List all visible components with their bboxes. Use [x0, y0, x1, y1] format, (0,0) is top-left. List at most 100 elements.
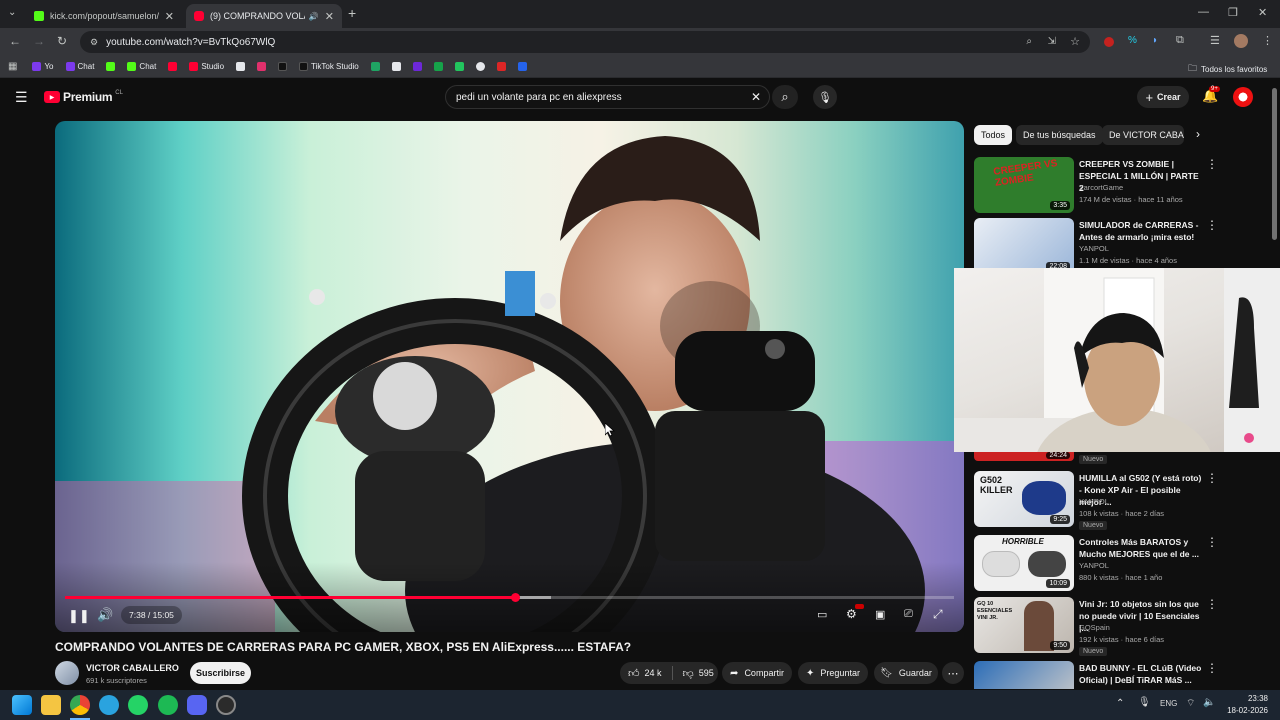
chevron-up-icon[interactable]: ⌃ [1116, 698, 1124, 709]
recommended-video[interactable]: G502 KILLER 9:25 HUMILLA al G502 (Y está… [974, 471, 1264, 530]
miniplayer-icon[interactable]: ▣ [875, 608, 885, 621]
windows-start-icon[interactable] [12, 695, 32, 715]
language-indicator[interactable]: ENG [1160, 699, 1177, 708]
site-info-icon[interactable]: ⚙ [90, 37, 98, 48]
recommended-video[interactable]: BAD BUNNY - EL CLúB (Video Oficial) | De… [974, 661, 1264, 689]
video-channel[interactable]: GQSpain [1079, 623, 1110, 632]
ask-button[interactable]: ✦ Preguntar [798, 662, 868, 684]
app-icon[interactable] [216, 695, 236, 715]
bookmark-item[interactable]: TikTok Studio [296, 62, 362, 71]
chip-de-tus-busquedas[interactable]: De tus búsquedas [1016, 125, 1103, 145]
more-vertical-icon[interactable]: ⋮ [1206, 218, 1218, 232]
hamburger-menu-icon[interactable]: ☰ [15, 89, 28, 106]
bookmark-item[interactable]: Studio [186, 62, 227, 71]
wifi-icon[interactable]: ⌔ [1186, 697, 1195, 710]
cast-icon[interactable]: ⎚ [904, 608, 913, 621]
forward-icon[interactable]: → [33, 34, 45, 48]
chevron-right-icon[interactable]: › [1196, 127, 1200, 141]
bookmark-item[interactable] [254, 62, 269, 71]
recommended-video[interactable]: CREEPER VS ZOMBIE 3:35 CREEPER VS ZOMBIE… [974, 157, 1264, 215]
progress-scrubber[interactable] [510, 593, 520, 602]
volume-icon[interactable]: 🔊 [97, 607, 113, 623]
reload-icon[interactable]: ↻ [57, 34, 67, 48]
bookmark-item[interactable] [473, 62, 488, 71]
more-vertical-icon[interactable]: ⋮ [1206, 535, 1218, 549]
save-button[interactable]: 🔖︎ Guardar [874, 662, 938, 684]
more-vertical-icon[interactable]: ⋮ [1206, 597, 1218, 611]
bookmark-item[interactable] [431, 62, 446, 71]
spotify-icon[interactable] [158, 695, 178, 715]
search-input[interactable]: pedi un volante para pc en aliexpress ✕ [445, 85, 770, 109]
video-channel[interactable]: ZarcortGame [1079, 183, 1123, 192]
bookmark-item[interactable] [103, 62, 118, 71]
apps-grid-icon[interactable]: ▦ [8, 61, 17, 72]
tab-youtube-video[interactable]: (9) COMPRANDO VOLANTES 🔊 ✕ [186, 4, 342, 28]
bookmark-item[interactable]: Chat [63, 62, 98, 71]
bookmark-item[interactable] [452, 62, 467, 71]
bookmark-item[interactable] [410, 62, 425, 71]
tab-search-icon[interactable]: ⌄ [8, 7, 16, 18]
video-title[interactable]: SIMULADOR de CARRERAS - Antes de armarlo… [1079, 219, 1204, 243]
subscribe-button[interactable]: Suscribirse [190, 662, 251, 684]
close-tab-icon[interactable]: ✕ [325, 10, 334, 23]
more-vertical-icon[interactable]: ⋮ [1206, 157, 1218, 171]
video-title[interactable]: BAD BUNNY - EL CLúB (Video Oficial) | De… [1079, 662, 1204, 686]
file-explorer-icon[interactable] [41, 695, 61, 715]
bookmark-item[interactable] [389, 62, 404, 71]
fullscreen-icon[interactable]: ⤢ [933, 607, 943, 622]
close-tab-icon[interactable]: ✕ [165, 10, 174, 23]
more-vertical-icon[interactable]: ⋮ [1206, 661, 1218, 675]
address-bar[interactable]: ⚙ youtube.com/watch?v=BvTkQo67WlQ ⌕ ⇲ ☆ [80, 31, 1090, 53]
install-icon[interactable]: ⇲ [1048, 36, 1056, 47]
chip-todos[interactable]: Todos [974, 125, 1013, 145]
create-button[interactable]: + Crear [1137, 86, 1189, 108]
whatsapp-icon[interactable] [128, 695, 148, 715]
channel-avatar[interactable] [55, 661, 79, 685]
speaker-icon[interactable]: 🔈 [1203, 697, 1215, 708]
tab-kick-chat[interactable]: kick.com/popout/samuelon/chat ✕ [26, 4, 182, 28]
search-button[interactable]: ⌕ [772, 85, 798, 109]
video-thumbnail[interactable]: CREEPER VS ZOMBIE 3:35 [974, 157, 1074, 213]
video-thumbnail[interactable]: GQ 10 ESENCIALES VINI JR. 9:50 [974, 597, 1074, 653]
video-thumbnail[interactable]: G502 KILLER 9:25 [974, 471, 1074, 527]
extensions-puzzle-icon[interactable]: ⧉ [1176, 34, 1184, 47]
chrome-icon[interactable] [70, 695, 90, 715]
all-bookmarks[interactable]: 🗀 Todos los favoritos [1188, 61, 1267, 77]
clock-time[interactable]: 23:38 [1220, 694, 1268, 703]
reading-list-icon[interactable]: ☰ [1210, 34, 1220, 47]
video-channel[interactable]: YANPOL [1079, 561, 1109, 570]
menu-kebab-icon[interactable]: ⋮ [1262, 34, 1273, 47]
bookmark-item[interactable] [515, 62, 530, 71]
video-thumbnail[interactable]: HORRIBLE 10:09 [974, 535, 1074, 591]
video-title[interactable]: Controles Más BARATOS y Mucho MEJORES qu… [1079, 536, 1204, 560]
progress-bar[interactable] [65, 593, 954, 602]
page-scrollbar[interactable] [1272, 88, 1277, 240]
bookmark-star-icon[interactable]: ☆ [1070, 35, 1080, 48]
close-window-icon[interactable]: ✕ [1258, 6, 1267, 19]
more-vertical-icon[interactable]: ⋮ [1206, 471, 1218, 485]
voice-search-button[interactable]: 🎙 [813, 85, 837, 109]
video-thumbnail[interactable] [974, 661, 1074, 689]
restore-icon[interactable]: ❐ [1228, 6, 1238, 19]
bookmark-item[interactable] [368, 62, 383, 71]
subtitles-icon[interactable]: ▭ [817, 608, 827, 621]
bookmark-item[interactable] [165, 62, 180, 71]
extension-icon[interactable]: ◗ [1152, 35, 1158, 46]
dislike-button[interactable]: 👎︎ 595 [683, 667, 714, 680]
extension-icon[interactable]: % [1128, 35, 1137, 46]
bookmark-item[interactable] [494, 62, 509, 71]
pause-icon[interactable]: ❚❚ [68, 608, 90, 624]
zoom-icon[interactable]: ⌕ [1026, 36, 1032, 47]
minimize-icon[interactable]: — [1198, 6, 1209, 18]
chip-de-victor-caballero[interactable]: De VICTOR CABALLERO [1102, 125, 1184, 145]
back-icon[interactable]: ← [9, 34, 21, 48]
like-button[interactable]: 👍︎ 24 k [628, 667, 662, 680]
share-button[interactable]: ➦ Compartir [722, 662, 792, 684]
clock-date[interactable]: 18-02-2026 [1220, 706, 1268, 715]
profile-avatar[interactable] [1234, 34, 1248, 48]
bookmark-item[interactable] [275, 62, 290, 71]
settings-gear-icon[interactable]: ⚙ [846, 607, 857, 621]
new-tab-button[interactable]: + [348, 5, 356, 21]
video-channel[interactable]: YANPOL [1079, 244, 1109, 253]
video-player[interactable]: ❚❚ 🔊 7:38 / 15:05 ▭ ⚙ ▣ ⎚ ⤢ [55, 121, 964, 632]
